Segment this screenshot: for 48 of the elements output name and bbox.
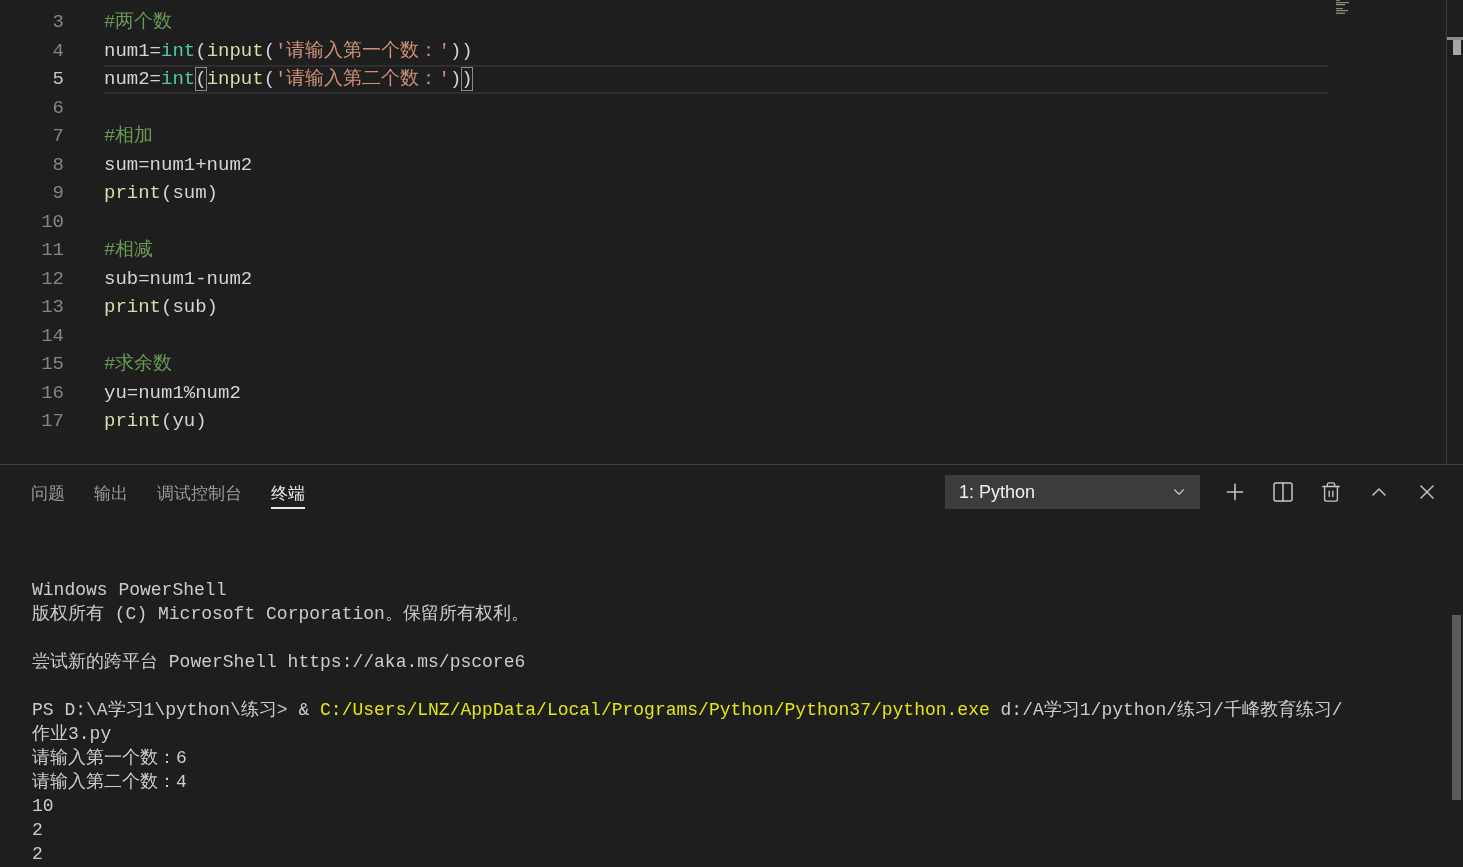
line-number: 17 [40,409,64,434]
panel-tab[interactable]: 终端 [271,476,305,509]
terminal-line: 尝试新的跨平台 PowerShell https://aka.ms/pscore6 [32,651,526,674]
panel-tab[interactable]: 调试控制台 [157,476,242,509]
code-comment: #求余数 [104,352,173,377]
code-line: num2=int(input('请输入第二个数：')) [104,67,473,92]
split-panes-icon [1271,480,1295,504]
line-number: 16 [40,380,64,406]
minimap-drawing [1336,0,1350,14]
code-line: print(yu) [104,409,207,434]
code-comment: #两个数 [104,10,173,35]
line-number: 6 [51,95,64,121]
terminal-select[interactable]: 1: Python [945,475,1200,509]
scrollbar-thumb[interactable] [1453,40,1461,55]
line-number: 7 [51,124,64,149]
terminal-line: 2 [32,819,43,842]
terminal-line: 10 [32,795,54,818]
terminal-line: 版权所有 (C) Microsoft Corporation。保留所有权利。 [32,603,529,626]
code-line: print(sub) [104,295,219,320]
line-number: 8 [51,152,64,178]
cursor-marker [1447,37,1463,40]
terminal-line: PS D:\A学习1\python\练习> & C:/Users/LNZ/AppData/Local/Programs/Python/Python37/python.exe d:/A学习1/python/练习/千峰教育练习/ [32,698,1343,722]
line-number: 11 [40,238,64,263]
code-line: yu=num1%num2 [104,380,241,405]
code-line: sum=num1+num2 [104,152,253,177]
terminal-line: 请输入第二个数：4 [32,771,187,794]
line-number: 12 [40,266,64,292]
terminal-line: 2 [32,843,43,866]
code-line: num1=int(input('请输入第一个数：')) [104,38,473,63]
line-number: 15 [40,352,64,377]
code-line: print(sum) [104,181,219,206]
trash-icon [1320,481,1342,503]
line-number: 3 [51,10,64,35]
code-line: sub=num1-num2 [104,266,253,291]
terminal-line: Windows PowerShell [32,579,227,602]
panel-tab[interactable]: 问题 [31,476,65,509]
line-number: 4 [51,38,64,64]
panel-tab[interactable]: 输出 [94,476,128,509]
line-number: 10 [40,209,64,235]
code-comment: #相减 [104,238,154,263]
line-number: 9 [51,181,64,206]
terminal-line: 请输入第一个数：6 [32,747,187,770]
scrollbar-thumb[interactable] [1452,615,1461,800]
line-number: 14 [40,323,64,349]
line-number: 13 [40,295,64,320]
code-comment: #相加 [104,124,154,149]
line-number: 5 [51,67,64,92]
terminal-line: 作业3.py [32,723,112,746]
